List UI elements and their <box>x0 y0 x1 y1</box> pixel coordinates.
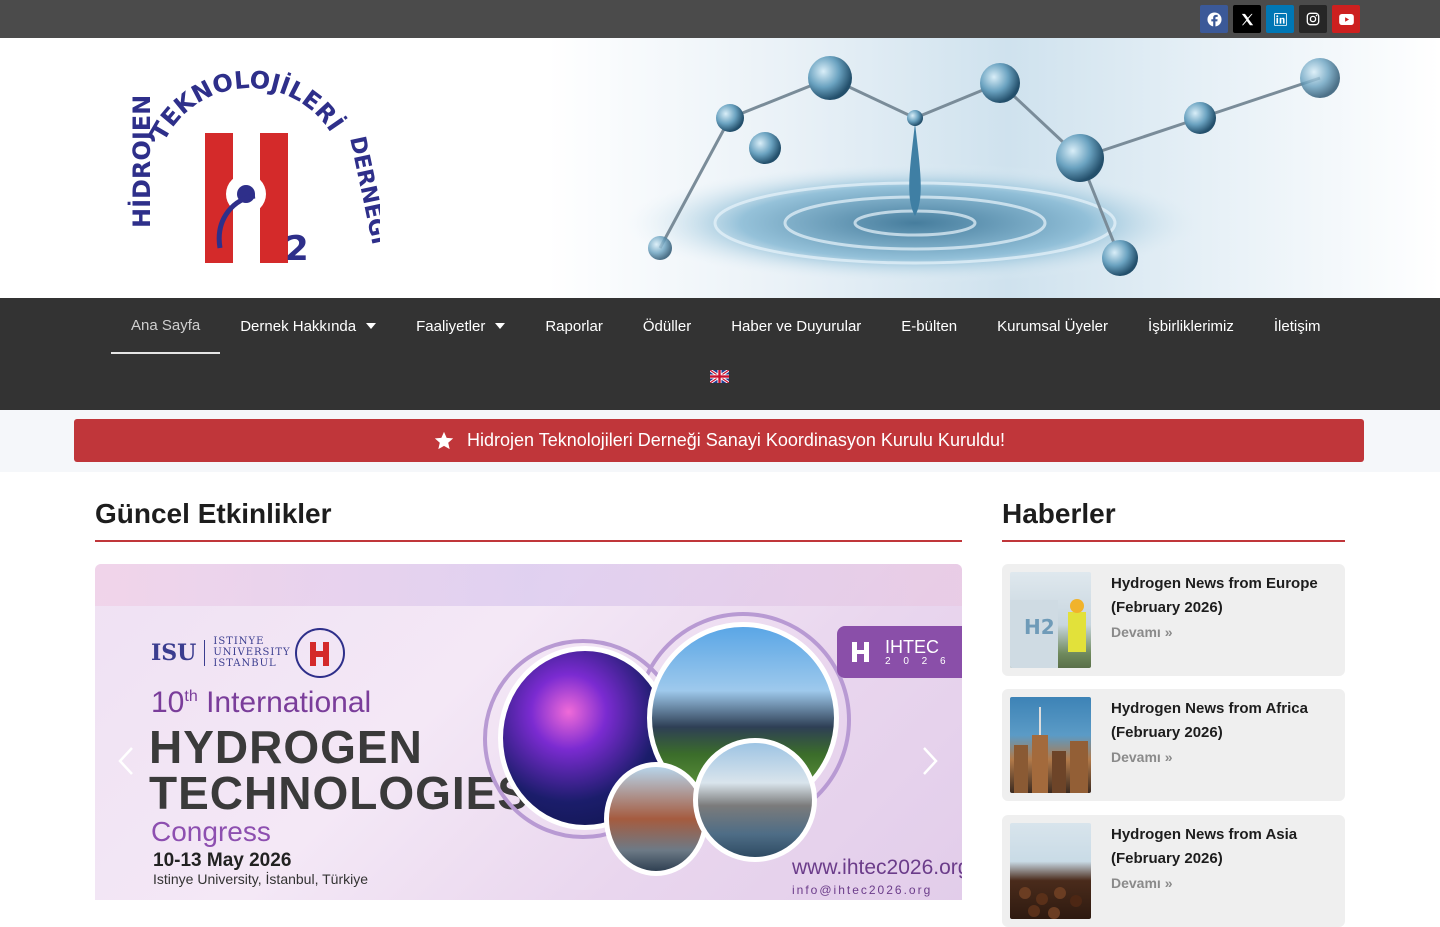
congress-email[interactable]: info@ihtec2026.org <box>792 883 932 897</box>
ihtec-badge: IHTEC 2 0 2 6 <box>837 626 962 678</box>
svg-text:DERNEĞİ: DERNEĞİ <box>344 134 380 247</box>
congress-venue: Istinye University, İstanbul, Türkiye <box>153 871 369 887</box>
slider-top-band <box>95 564 962 606</box>
nav-item-label: Ana Sayfa <box>131 316 201 334</box>
nav-item[interactable]: Kurumsal Üyeler <box>977 298 1128 354</box>
nav-item[interactable]: Faaliyetler <box>396 298 525 354</box>
facebook-icon[interactable] <box>1200 5 1228 33</box>
association-mini-logo <box>295 628 345 678</box>
nav-item[interactable]: Ana Sayfa <box>111 298 221 354</box>
nav-item-label: İletişim <box>1273 317 1321 335</box>
nav-item-label: Ödüller <box>642 317 692 335</box>
isu-name: ISTINYE UNIVERSITY ISTANBUL <box>205 636 290 669</box>
isu-line-2: UNIVERSITY <box>213 647 291 658</box>
nav-item-label: Faaliyetler <box>416 317 486 335</box>
caret-down-icon[interactable] <box>495 323 506 329</box>
ihtec-logo-icon <box>852 642 869 662</box>
header-banner: HİDROJEN TEKNOLOJİLERİ DERNEĞİ 2 <box>0 38 1440 298</box>
nav-item-label: Haber ve Duyurular <box>731 317 862 335</box>
nav-item[interactable]: E-bülten <box>881 298 977 354</box>
logo-right-text: DERNEĞİ <box>344 134 380 247</box>
read-more-link[interactable]: Devamı » <box>1111 624 1172 640</box>
logo-arc-text: TEKNOLOJİLERİ <box>145 68 350 145</box>
water-drop-image <box>625 56 1340 283</box>
edition-number: 10 <box>151 686 185 719</box>
isu-line-3: ISTANBUL <box>213 658 277 669</box>
caret-down-icon[interactable] <box>366 323 377 329</box>
isu-abbrev: ISU <box>151 639 206 666</box>
news-title[interactable]: Hydrogen News from Asia (February 2026) <box>1111 823 1336 871</box>
svg-text:H2: H2 <box>1024 615 1055 639</box>
logo-subscript: 2 <box>285 229 309 269</box>
announcement-banner[interactable]: Hidrojen Teknolojileri Derneği Sanayi Ko… <box>74 419 1364 462</box>
events-slider[interactable]: ISU ISTINYE UNIVERSITY ISTANBUL 10th Int… <box>95 564 962 900</box>
nav-item[interactable]: Dernek Hakkında <box>220 298 396 354</box>
announcement-strip: Hidrojen Teknolojileri Derneği Sanayi Ko… <box>0 410 1440 472</box>
news-card[interactable]: Hydrogen News from Africa (February 2026… <box>1002 689 1345 801</box>
svg-text:HİDROJEN: HİDROJEN <box>127 95 156 228</box>
logo-left-text: HİDROJEN <box>127 95 156 228</box>
congress-title-line-1: HYDROGEN <box>149 721 423 773</box>
isu-line-1: ISTINYE <box>213 636 265 647</box>
events-heading: Güncel Etkinlikler <box>95 498 332 529</box>
congress-title-line-2: TECHNOLOGIES <box>149 767 530 819</box>
youtube-icon[interactable] <box>1332 5 1360 33</box>
news-card[interactable]: H2 Hydrogen News from Europe (February 2… <box>1002 564 1345 676</box>
news-thumbnail-europe[interactable]: H2 <box>1010 572 1091 668</box>
isu-logo: ISU ISTINYE UNIVERSITY ISTANBUL <box>151 636 291 669</box>
congress-edition: 10th International <box>151 686 371 720</box>
news-card[interactable]: Hydrogen News from Asia (February 2026) … <box>1002 815 1345 927</box>
linkedin-icon[interactable] <box>1266 5 1294 33</box>
nav-item-label: Kurumsal Üyeler <box>997 317 1109 335</box>
news-thumbnail-asia[interactable] <box>1010 823 1091 919</box>
nav-item[interactable]: Raporlar <box>525 298 623 354</box>
nav-item[interactable]: Ödüller <box>623 298 711 354</box>
news-title[interactable]: Hydrogen News from Europe (February 2026… <box>1111 572 1336 620</box>
nav-item-label: E-bülten <box>901 317 958 335</box>
edition-international: International <box>206 686 372 719</box>
x-icon[interactable] <box>1233 5 1261 33</box>
social-links <box>1200 5 1360 33</box>
news-heading: Haberler <box>1002 498 1116 529</box>
congress-dates: 10-13 May 2026 <box>153 850 292 871</box>
ihtec-year: 2 0 2 6 <box>885 655 951 667</box>
edition-suffix: th <box>184 688 198 705</box>
congress-title-line-3: Congress <box>151 816 271 847</box>
news-title[interactable]: Hydrogen News from Africa (February 2026… <box>1111 697 1336 745</box>
nav-menu: Ana Sayfa Dernek Hakkında Faaliyetler Rapor… <box>111 298 1341 354</box>
news-divider <box>1002 540 1345 542</box>
read-more-link[interactable]: Devamı » <box>1111 749 1172 765</box>
uk-flag-icon[interactable] <box>710 370 729 383</box>
slider-prev-arrow-icon[interactable] <box>117 746 135 776</box>
nav-item[interactable]: Haber ve Duyurular <box>711 298 881 354</box>
news-thumbnail-africa[interactable] <box>1010 697 1091 793</box>
top-bar <box>0 0 1440 38</box>
read-more-link[interactable]: Devamı » <box>1111 875 1172 891</box>
congress-website[interactable]: www.ihtec2026.org <box>792 856 962 880</box>
nav-item-label: İşbirliklerimiz <box>1148 317 1234 335</box>
ihtec-title: IHTEC <box>885 636 939 657</box>
announcement-text: Hidrojen Teknolojileri Derneği Sanayi Ko… <box>467 430 1005 450</box>
main-navigation: Ana Sayfa Dernek Hakkında Faaliyetler Rapor… <box>0 298 1440 410</box>
nav-item-label: Raporlar <box>545 317 603 335</box>
association-logo[interactable]: HİDROJEN TEKNOLOJİLERİ DERNEĞİ 2 <box>120 68 380 278</box>
svg-text:TEKNOLOJİLERİ: TEKNOLOJİLERİ <box>145 68 350 145</box>
ferry-photo <box>604 762 708 876</box>
instagram-icon[interactable] <box>1299 5 1327 33</box>
mosque-bridge-photo <box>693 738 817 862</box>
slider-next-arrow-icon[interactable] <box>921 746 939 776</box>
nav-item[interactable]: İşbirliklerimiz <box>1128 298 1254 354</box>
nav-item-label: Dernek Hakkında <box>240 317 357 335</box>
nav-item[interactable]: İletişim <box>1254 298 1341 354</box>
events-divider <box>95 540 962 542</box>
star-icon <box>434 431 454 449</box>
